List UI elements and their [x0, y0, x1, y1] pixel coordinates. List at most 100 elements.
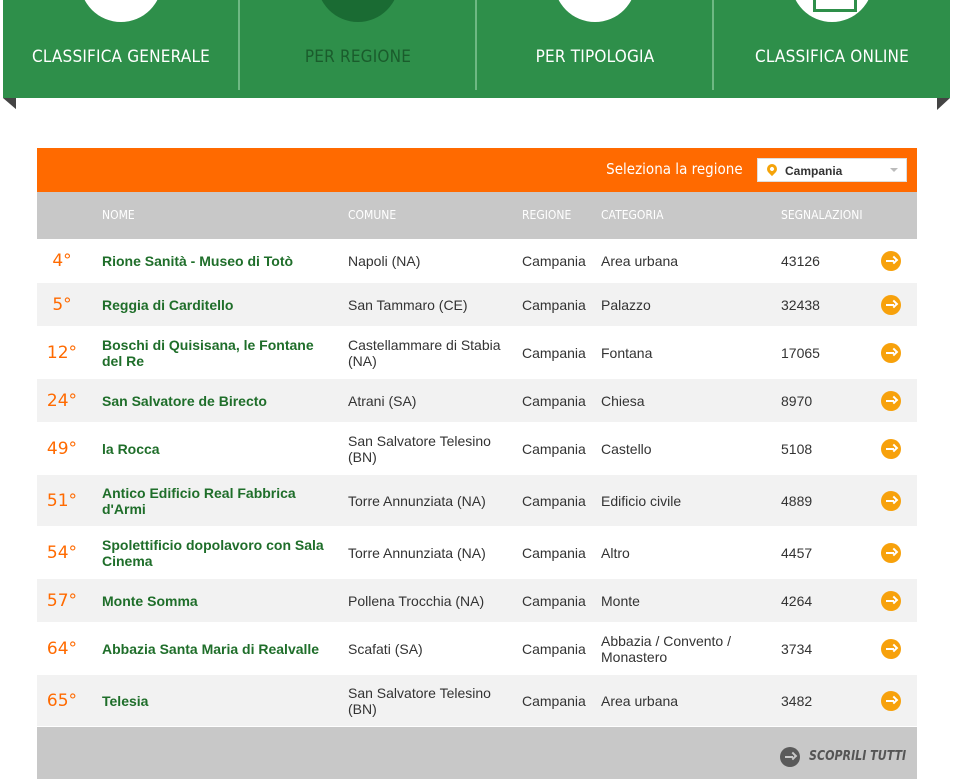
tab-label: PER TIPOLOGIA [535, 47, 655, 67]
place-name-link[interactable]: San Salvatore de Birecto [102, 393, 334, 409]
arrow-right-icon[interactable] [881, 438, 901, 459]
comune: Castellammare di Stabia (NA) [348, 336, 501, 369]
segnalazioni: 8970 [781, 392, 813, 409]
category-tab-bar: CLASSIFICA GENERALE PER REGIONE PER TIPO… [3, 0, 950, 98]
segnalazioni: 32438 [781, 296, 820, 313]
table-row[interactable]: 64° Abbazia Santa Maria di Realvalle Sca… [37, 623, 917, 675]
tab-label: PER REGIONE [304, 47, 412, 67]
trophy-icon [80, 0, 162, 22]
segnalazioni: 3734 [781, 640, 813, 657]
table-row[interactable]: 49° la Rocca San Salvatore Telesino (BN)… [37, 423, 917, 475]
comune: San Tammaro (CE) [348, 296, 468, 313]
ribbon-corner-left [3, 98, 17, 110]
tab-label: CLASSIFICA ONLINE [755, 47, 909, 67]
show-all-link[interactable]: SCOPRILI TUTTI [809, 749, 906, 764]
chevron-down-icon [890, 168, 898, 172]
segnalazioni: 4264 [781, 592, 813, 609]
map-pin-icon [764, 161, 780, 177]
categoria: Edificio civile [601, 492, 682, 509]
place-name-link[interactable]: Telesia [102, 693, 334, 709]
regione: Campania [522, 640, 586, 657]
place-name-link[interactable]: Abbazia Santa Maria di Realvalle [102, 641, 334, 657]
rank: 24° [46, 390, 78, 411]
tab-label: CLASSIFICA GENERALE [31, 47, 211, 67]
regione: Campania [522, 344, 586, 361]
place-name-link[interactable]: Monte Somma [102, 593, 334, 609]
rank: 12° [46, 342, 78, 363]
regione: Campania [522, 252, 586, 269]
arrow-right-icon[interactable] [881, 390, 901, 411]
table-row[interactable]: 24° San Salvatore de Birecto Atrani (SA)… [37, 379, 917, 423]
regione: Campania [522, 492, 586, 509]
arrow-right-icon[interactable] [881, 250, 901, 271]
arrow-right-icon[interactable] [881, 542, 901, 563]
table-row[interactable]: 65° Telesia San Salvatore Telesino (BN) … [37, 675, 917, 727]
place-name-link[interactable]: Rione Sanità - Museo di Totò [102, 253, 334, 269]
regione: Campania [522, 392, 586, 409]
categoria: Castello [601, 440, 652, 457]
regione: Campania [522, 296, 586, 313]
rank: 5° [52, 294, 72, 315]
arrow-right-icon[interactable] [881, 690, 901, 711]
categoria: Monte [601, 592, 640, 609]
header-comune: COMUNE [348, 208, 397, 222]
tab-per-regione[interactable]: PER REGIONE [240, 0, 476, 98]
place-name-link[interactable]: Boschi di Quisisana, le Fontane del Re [102, 337, 334, 369]
table-row[interactable]: 54° Spolettificio dopolavoro con Sala Ci… [37, 527, 917, 579]
region-select[interactable]: Campania [757, 158, 907, 182]
comune: Atrani (SA) [348, 392, 417, 409]
comune: Torre Annunziata (NA) [348, 544, 486, 561]
tab-classifica-generale[interactable]: CLASSIFICA GENERALE [3, 0, 239, 98]
table-row[interactable]: 5° Reggia di Carditello San Tammaro (CE)… [37, 283, 917, 327]
categoria: Chiesa [601, 392, 645, 409]
segnalazioni: 43126 [781, 252, 820, 269]
categoria: Area urbana [601, 692, 679, 709]
arrow-right-icon[interactable] [881, 638, 901, 659]
tab-per-tipologia[interactable]: PER TIPOLOGIA [477, 0, 713, 98]
region-select-label: Seleziona la regione [606, 160, 743, 178]
region-select-value: Campania [785, 164, 843, 178]
tab-classifica-online[interactable]: CLASSIFICA ONLINE [714, 0, 950, 98]
rank: 51° [46, 490, 78, 511]
comune: San Salvatore Telesino (BN) [348, 432, 491, 465]
header-segnalazioni: SEGNALAZIONI [781, 208, 863, 222]
place-name-link[interactable]: Antico Edificio Real Fabbrica d'Armi [102, 485, 334, 517]
segnalazioni: 4889 [781, 492, 813, 509]
arrow-right-circle-icon[interactable] [780, 747, 800, 767]
segnalazioni: 17065 [781, 344, 820, 361]
table-row[interactable]: 57° Monte Somma Pollena Trocchia (NA) Ca… [37, 579, 917, 623]
header-regione: REGIONE [522, 208, 572, 222]
categoria: Area urbana [601, 252, 679, 269]
table-header: NOME COMUNE REGIONE CATEGORIA SEGNALAZIO… [37, 192, 917, 239]
computer-icon [791, 0, 873, 22]
comune: San Salvatore Telesino (BN) [348, 684, 491, 717]
region-icon [317, 0, 399, 22]
ranking-table-body: 4° Rione Sanità - Museo di Totò Napoli (… [37, 239, 917, 727]
rank: 4° [52, 250, 72, 271]
rank: 65° [46, 690, 78, 711]
segnalazioni: 5108 [781, 440, 813, 457]
categoria: Abbazia / Convento / Monastero [601, 632, 731, 665]
rank: 64° [46, 638, 78, 659]
rank: 57° [46, 590, 78, 611]
arrow-right-icon[interactable] [881, 590, 901, 611]
place-name-link[interactable]: Spolettificio dopolavoro con Sala Cinema [102, 537, 334, 569]
categoria: Fontana [601, 344, 653, 361]
table-row[interactable]: 4° Rione Sanità - Museo di Totò Napoli (… [37, 239, 917, 283]
categoria: Altro [601, 544, 630, 561]
table-row[interactable]: 51° Antico Edificio Real Fabbrica d'Armi… [37, 475, 917, 527]
comune: Napoli (NA) [348, 252, 421, 269]
ribbon-corner-right [937, 98, 950, 110]
arrow-right-icon[interactable] [881, 342, 901, 363]
regione: Campania [522, 440, 586, 457]
region-filter-bar: Seleziona la regione Campania [37, 148, 917, 192]
comune: Torre Annunziata (NA) [348, 492, 486, 509]
segnalazioni: 3482 [781, 692, 813, 709]
regione: Campania [522, 692, 586, 709]
place-name-link[interactable]: Reggia di Carditello [102, 297, 334, 313]
arrow-right-icon[interactable] [881, 490, 901, 511]
table-row[interactable]: 12° Boschi di Quisisana, le Fontane del … [37, 327, 917, 379]
regione: Campania [522, 592, 586, 609]
arrow-right-icon[interactable] [881, 294, 901, 315]
place-name-link[interactable]: la Rocca [102, 441, 334, 457]
